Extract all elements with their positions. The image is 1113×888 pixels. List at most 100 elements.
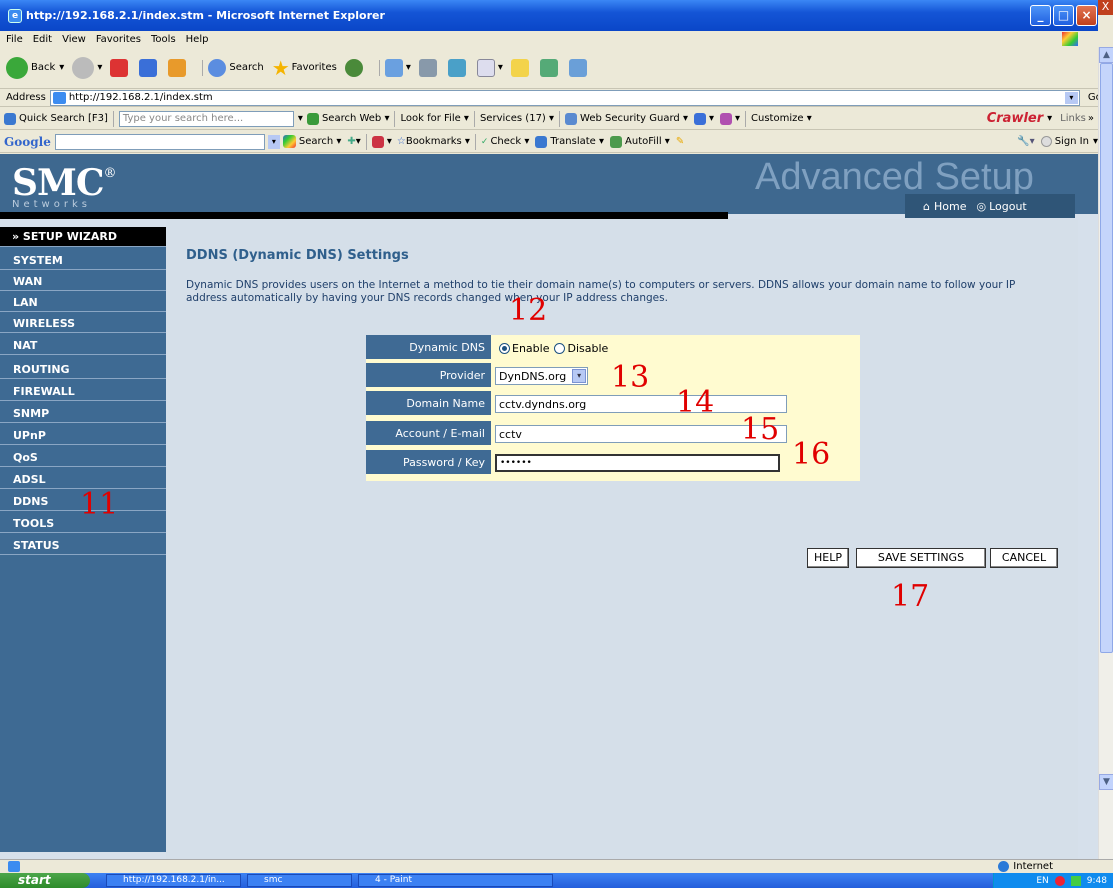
logout-link[interactable]: Logout	[989, 200, 1027, 213]
tool-icon[interactable]	[693, 112, 706, 125]
back-button[interactable]: Back ▾	[6, 56, 64, 79]
sidebar-item-nat[interactable]: NAT	[0, 337, 166, 355]
sidebar-item-qos[interactable]: QoS	[0, 449, 166, 467]
network-icon[interactable]	[1070, 875, 1081, 886]
research-button[interactable]	[447, 58, 469, 77]
google-search-button[interactable]: Search	[299, 136, 333, 147]
sidebar-item-setup-wizard[interactable]: » SETUP WIZARD	[0, 227, 166, 247]
sidebar-item-upnp[interactable]: UPnP	[0, 427, 166, 445]
paint-icon[interactable]	[720, 112, 732, 125]
look-for-file-button[interactable]: Look for File	[400, 113, 460, 124]
search-web-button[interactable]: Search Web	[322, 113, 381, 124]
disable-radio[interactable]	[554, 342, 566, 354]
maximize-button[interactable]: □	[1053, 5, 1074, 26]
menu-edit[interactable]: Edit	[33, 34, 52, 45]
sidebar-item-wireless[interactable]: WIRELESS	[0, 315, 166, 333]
wrench-icon[interactable]: 🔧▾	[1017, 136, 1034, 147]
check-button[interactable]: Check	[490, 136, 521, 147]
google-dropdown-icon[interactable]: ▾	[267, 134, 280, 149]
sidebar-item-firewall[interactable]: FIREWALL	[0, 383, 166, 401]
task-ie[interactable]: http://192.168.2.1/in...	[106, 874, 241, 887]
google-logo[interactable]: Google	[4, 135, 51, 149]
sidebar-item-status[interactable]: STATUS	[0, 537, 166, 555]
home-logout-bar: ⌂ Home ◎ Logout	[905, 194, 1075, 218]
section-title: Advanced Setup	[755, 156, 1034, 198]
tray-icon[interactable]	[1054, 875, 1065, 886]
cancel-button[interactable]: CANCEL	[990, 548, 1058, 568]
autofill-button[interactable]: AutoFill	[625, 136, 662, 147]
task-paint[interactable]: 4 - Paint	[358, 874, 553, 887]
save-settings-button[interactable]: SAVE SETTINGS	[856, 548, 986, 568]
pencil-icon[interactable]: ✎	[676, 136, 684, 147]
sidebar-item-snmp[interactable]: SNMP	[0, 405, 166, 423]
stop-button[interactable]	[110, 58, 131, 77]
sidebar-item-system[interactable]: SYSTEM	[0, 252, 166, 270]
customize-button[interactable]: Customize	[751, 113, 804, 124]
enable-radio[interactable]	[499, 342, 510, 354]
refresh-icon	[139, 58, 158, 77]
scroll-down-icon[interactable]: ▼	[1099, 774, 1113, 790]
links-button[interactable]: Links	[1060, 113, 1086, 124]
forward-button[interactable]: ▾	[72, 56, 102, 79]
web-security-guard-button[interactable]: Web Security Guard	[580, 113, 680, 124]
task-smc[interactable]: smc	[247, 874, 352, 887]
back-arrow-icon	[6, 56, 28, 79]
domain-name-label: Domain Name	[366, 391, 491, 417]
bookmarks-button[interactable]: Bookmarks	[406, 136, 462, 147]
page-description: Dynamic DNS provides users on the Intern…	[186, 279, 1016, 304]
address-bar: Address http://192.168.2.1/index.stm ▾ G…	[0, 89, 1102, 107]
users-button[interactable]	[568, 58, 590, 77]
word-button[interactable]: ▾	[476, 58, 503, 77]
menu-tools[interactable]: Tools	[151, 34, 176, 45]
research-icon	[447, 58, 466, 77]
messenger-icon	[539, 58, 558, 77]
provider-select[interactable]: DynDNS.org ▾	[495, 367, 589, 385]
quicksearch-dropdown-icon[interactable]: ▾	[298, 113, 303, 124]
annotation-17: 17	[891, 579, 930, 614]
menu-view[interactable]: View	[62, 34, 86, 45]
dynamic-dns-row: Dynamic DNS Enable Disable	[366, 335, 860, 361]
star-icon: ★	[271, 55, 290, 80]
sidebar-item-lan[interactable]: LAN	[0, 294, 166, 312]
minimize-button[interactable]: _	[1030, 5, 1051, 26]
vertical-scrollbar[interactable]: ▲ ▼	[1098, 47, 1113, 859]
mail-button[interactable]: ▾	[384, 58, 411, 77]
search-icon	[208, 58, 227, 77]
notes-button[interactable]	[510, 58, 532, 77]
menu-help[interactable]: Help	[186, 34, 209, 45]
language-indicator[interactable]: EN	[1036, 876, 1048, 886]
address-dropdown-icon[interactable]: ▾	[1064, 91, 1078, 104]
print-button[interactable]	[418, 58, 440, 77]
start-button[interactable]: start	[0, 873, 90, 888]
crawler-logo[interactable]: Crawler	[987, 111, 1043, 126]
favorites-button[interactable]: ★ Favorites	[272, 56, 337, 80]
scroll-up-icon[interactable]: ▲	[1099, 47, 1113, 63]
quicksearch-label[interactable]: Quick Search [F3]	[19, 113, 108, 124]
search-button[interactable]: Search	[208, 58, 264, 77]
address-input[interactable]: http://192.168.2.1/index.stm ▾	[49, 89, 1080, 106]
services-button[interactable]: Services (17)	[480, 113, 546, 124]
domain-name-input[interactable]: cctv.dyndns.org	[495, 395, 787, 413]
outer-close-icon[interactable]: X	[1098, 0, 1113, 15]
stop-icon	[110, 58, 129, 77]
google-search-input[interactable]	[54, 133, 265, 150]
popup-blocker-icon[interactable]	[371, 135, 384, 148]
help-button[interactable]: HELP	[807, 548, 849, 568]
sign-in-button[interactable]: Sign In	[1055, 136, 1089, 147]
sidebar-item-routing[interactable]: ROUTING	[0, 361, 166, 379]
password-key-input[interactable]: ••••••	[495, 454, 780, 472]
plus-icon[interactable]: ✚	[347, 136, 355, 147]
sidebar-item-wan[interactable]: WAN	[0, 273, 166, 291]
messenger-button[interactable]	[539, 58, 561, 77]
translate-button[interactable]: Translate	[550, 136, 595, 147]
home-link[interactable]: Home	[934, 200, 966, 213]
menu-file[interactable]: File	[6, 34, 23, 45]
home-button[interactable]	[168, 58, 189, 77]
refresh-button[interactable]	[139, 58, 160, 77]
close-button[interactable]: ×	[1076, 5, 1097, 26]
provider-label: Provider	[366, 363, 491, 389]
history-button[interactable]	[344, 58, 366, 77]
menu-favorites[interactable]: Favorites	[96, 34, 141, 45]
quicksearch-input[interactable]: Type your search here...	[118, 110, 294, 127]
scroll-thumb[interactable]	[1100, 63, 1113, 653]
